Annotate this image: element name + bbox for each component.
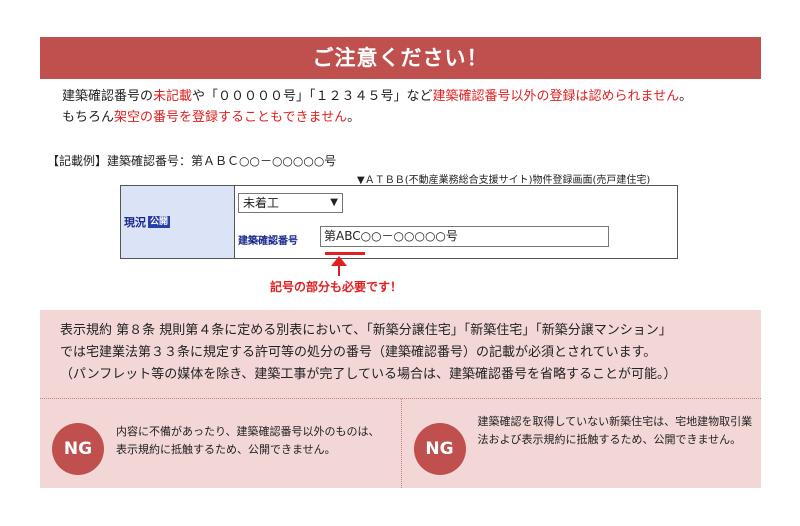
- ng-text: 内容に不備があったり、建築確認番号以外のものは、表示規約に抵触するため、公開でき…: [116, 425, 380, 456]
- regulation-info: 表示規約 第８条 規則第４条に定める別表において、「新築分譲住宅」「新築住宅」「…: [40, 310, 761, 398]
- notice-text-part: 。: [347, 110, 361, 125]
- example-caption: ▼ＡＴＢＢ(不動産業務総合支援サイト)物件登録画面(売戸建住宅): [357, 175, 651, 186]
- notice-text-part: 建築確認番号の: [62, 89, 154, 104]
- notice-line-1: 建築確認番号の未記載や「０００００号」「１２３４５号」など建築確認番号以外の登録…: [62, 86, 762, 107]
- status-label-cell: 現況 公開: [121, 186, 235, 258]
- notice-text-part: 。: [679, 89, 693, 104]
- status-select[interactable]: 未着工 ▼: [238, 193, 343, 213]
- warning-banner: ご注意ください！: [40, 37, 761, 79]
- notice-text-part: や「０００００号」「１２３４５号」など: [192, 89, 433, 104]
- ng-item: NG 建築確認を取得していない新築住宅は、宅地建物取引業法および表示規約に抵触す…: [400, 399, 762, 488]
- notice-text: 建築確認番号の未記載や「０００００号」「１２３４５号」など建築確認番号以外の登録…: [62, 86, 762, 128]
- notice-highlight: 架空の番号を登録することもできません: [114, 110, 348, 125]
- number-label: 建築確認番号: [238, 236, 298, 247]
- info-line-2: では宅建業法第３３条に規定する許可等の処分の番号（建築確認番号）の記載が必須とさ…: [60, 345, 657, 360]
- info-line-1: 表示規約 第８条 規則第４条に定める別表において、「新築分譲住宅」「新築住宅」「…: [60, 323, 672, 338]
- ng-item: NG 内容に不備があったり、建築確認番号以外のものは、表示規約に抵触するため、公…: [40, 399, 401, 488]
- confirmation-number-input[interactable]: 第ABC○○－○○○○○号: [320, 226, 609, 247]
- ng-badge: NG: [52, 423, 104, 475]
- ng-examples: NG 内容に不備があったり、建築確認番号以外のものは、表示規約に抵触するため、公…: [40, 398, 761, 488]
- open-badge: 公開: [148, 216, 171, 228]
- ng-badge: NG: [413, 423, 466, 475]
- chevron-down-icon: ▼: [330, 197, 338, 208]
- form-fields: 未着工 ▼ 建築確認番号 第ABC○○－○○○○○号: [235, 186, 677, 258]
- status-select-value: 未着工: [243, 196, 280, 210]
- info-line-3: （パンフレット等の媒体を除き、建築工事が完了している場合は、建築確認番号を省略す…: [60, 367, 677, 382]
- notice-line-2: もちろん架空の番号を登録することもできません。: [62, 107, 762, 128]
- arrow-shaft: [338, 262, 340, 276]
- highlight-underline: [325, 252, 365, 255]
- notice-highlight: 建築確認番号以外の登録は認められません: [432, 89, 680, 104]
- ng-text: 建築確認を取得していない新築住宅は、宅地建物取引業法および表示規約に抵触するため…: [477, 415, 753, 446]
- example-form: 現況 公開 未着工 ▼ 建築確認番号 第ABC○○－○○○○○号: [120, 185, 678, 259]
- notice-highlight: 未記載: [153, 89, 193, 104]
- example-label: 【記載例】建築確認番号：第ＡＢＣ○○－○○○○○号: [47, 154, 337, 168]
- status-label: 現況: [124, 216, 146, 229]
- symbol-required-note: 記号の部分も必要です！: [270, 280, 403, 294]
- notice-text-part: もちろん: [62, 110, 115, 125]
